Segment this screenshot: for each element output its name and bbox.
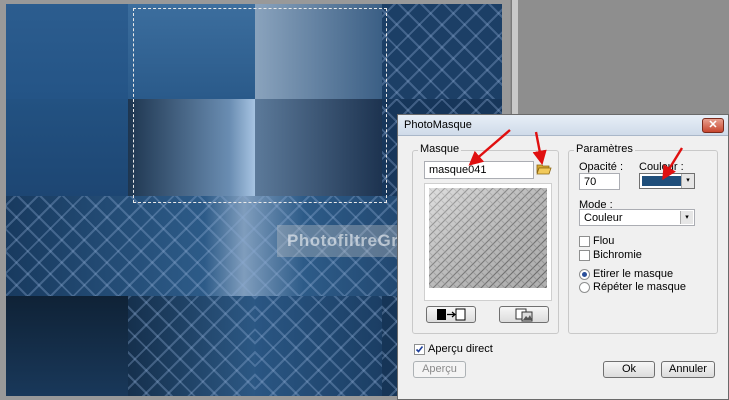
arrow-to-mask-input [468,129,511,166]
arrow-to-color-picker [662,147,684,181]
arrow-to-open-button [532,131,547,166]
annotation-arrows [468,129,684,181]
